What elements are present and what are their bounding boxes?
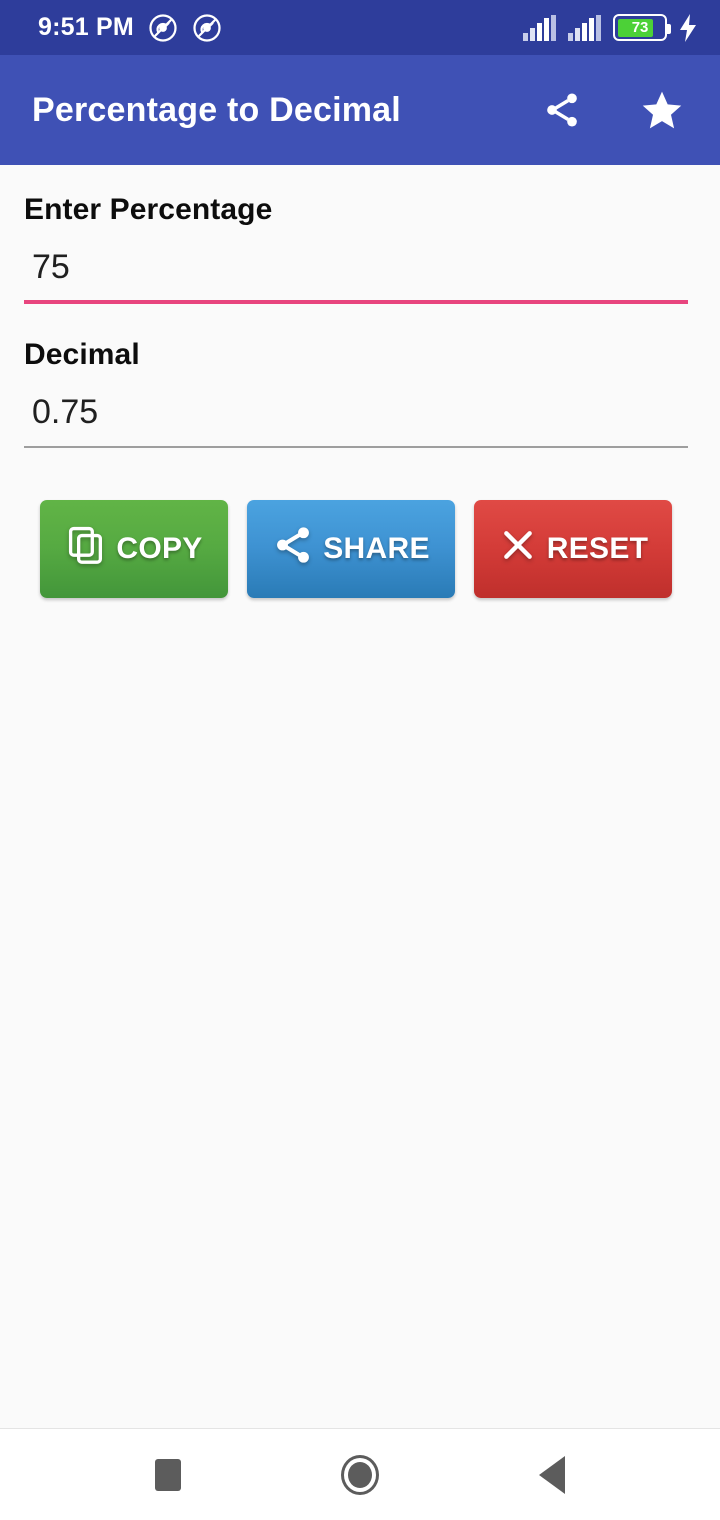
phone-screen: 9:51 PM 73 Percentage to Decimal Enter P… (0, 0, 720, 1520)
share-icon (272, 524, 314, 574)
signal-bars-icon (568, 14, 602, 41)
home-circle-icon (341, 1454, 379, 1495)
share-button[interactable]: SHARE (247, 499, 455, 598)
back-triangle-icon (539, 1455, 565, 1494)
copy-button[interactable]: COPY (40, 499, 228, 598)
share-icon[interactable] (538, 86, 586, 134)
copy-icon (65, 524, 107, 574)
percentage-label: Enter Percentage (24, 193, 273, 226)
percentage-field-group: Enter Percentage 75 (24, 193, 688, 305)
status-bar-right: 73 (523, 13, 698, 42)
battery-fill: 73 (617, 18, 653, 37)
percentage-input[interactable]: 75 (24, 248, 688, 300)
silent-mode-icon (148, 13, 178, 43)
decimal-label: Decimal (24, 338, 140, 372)
status-bar: 9:51 PM 73 (0, 0, 720, 55)
reset-button-label: RESET (546, 531, 649, 565)
copy-button-label: COPY (116, 531, 203, 565)
share-button-label: SHARE (323, 531, 430, 565)
back-button[interactable] (477, 1429, 627, 1520)
close-x-icon (498, 525, 538, 573)
app-bar: Percentage to Decimal (0, 55, 720, 165)
signal-bars-icon (523, 14, 557, 41)
system-navigation-bar (0, 1428, 720, 1520)
status-bar-left: 9:51 PM (38, 13, 222, 43)
battery-icon: 73 (613, 14, 671, 41)
silent-mode-icon (192, 13, 222, 43)
recents-button[interactable] (93, 1429, 243, 1520)
action-button-row: COPY SHARE RESET (24, 499, 688, 598)
status-clock: 9:51 PM (38, 13, 134, 41)
recents-square-icon (155, 1458, 181, 1491)
decimal-field-group: Decimal 0.75 (24, 338, 688, 448)
charging-bolt-icon (678, 13, 698, 42)
home-button[interactable] (285, 1429, 435, 1520)
star-icon[interactable] (638, 86, 686, 134)
battery-percent-label: 73 (631, 19, 649, 36)
decimal-output[interactable]: 0.75 (24, 394, 688, 445)
reset-button[interactable]: RESET (474, 499, 672, 598)
main-content: Enter Percentage 75 Decimal 0.75 COPY SH… (0, 165, 720, 1428)
page-title: Percentage to Decimal (32, 90, 401, 129)
app-bar-actions (538, 86, 686, 134)
